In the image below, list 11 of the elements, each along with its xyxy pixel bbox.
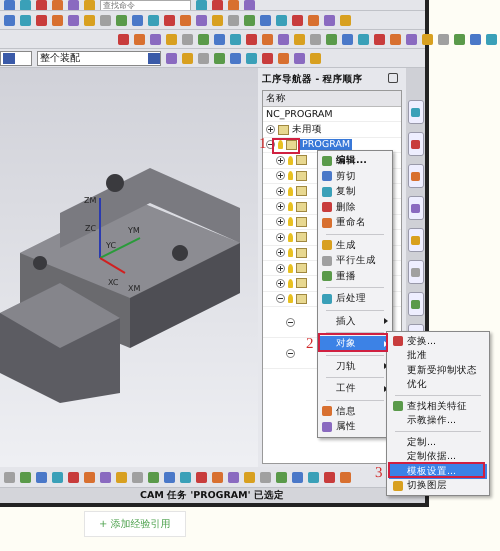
axis-label: ZM [84, 196, 96, 205]
axis-label: YC [106, 241, 116, 250]
axis-label: XC [108, 278, 118, 287]
step-number: 3 [375, 465, 382, 482]
panel-title: 工序导航器 - 程序顺序 [262, 73, 363, 86]
axis-label: XM [128, 284, 140, 293]
step-number: 1 [259, 136, 266, 153]
status-text: CAM 任务 'PROGRAM' 已选定 [140, 489, 284, 502]
axis-label: YM [128, 226, 140, 235]
axis-label: ZC [85, 224, 96, 233]
step-number: 2 [306, 336, 314, 353]
